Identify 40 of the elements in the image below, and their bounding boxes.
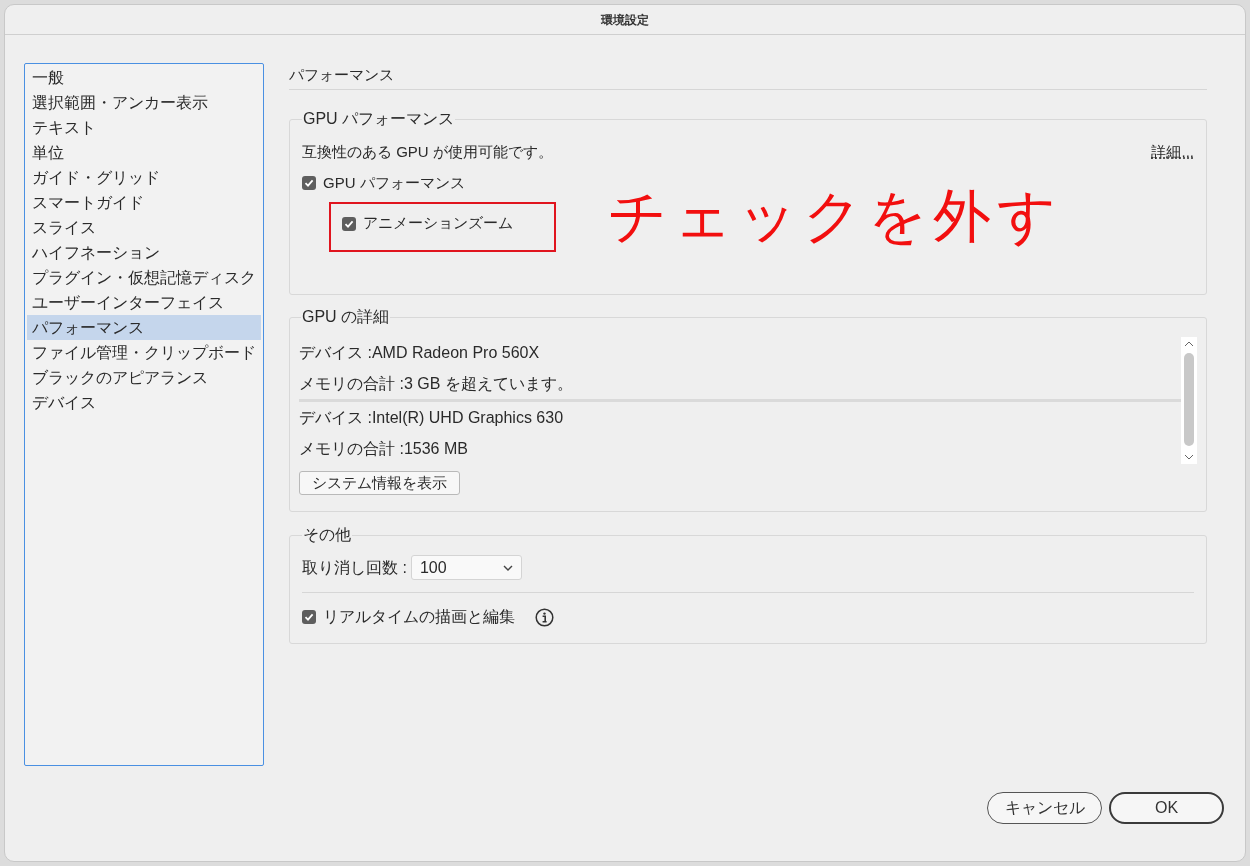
checkbox[interactable] [342,216,356,231]
window-title: 環境設定 [601,11,649,29]
category-item[interactable]: 単位 [27,140,261,165]
group-title: その他 [303,526,351,543]
category-item[interactable]: デバイス [27,390,261,415]
category-item[interactable]: ガイド・グリッド [27,165,261,190]
details-link[interactable]: 詳細... [1151,141,1194,164]
section-title: パフォーマンス [289,66,394,83]
memory-total: メモリの合計 :1536 MB [299,438,469,459]
group-title: GPU パフォーマンス [303,110,455,127]
memory-total: メモリの合計 :3 GB を超えています。 [299,373,574,394]
category-item[interactable]: 一般 [27,65,261,90]
category-item[interactable]: 選択範囲・アンカー表示 [27,90,261,115]
checkbox-label: アニメーションズーム [363,213,513,234]
gpu-status-text: 互換性のある GPU が使用可能です。 [302,142,553,162]
chevron-down-icon [502,564,513,571]
category-item[interactable]: プラグイン・仮想記憶ディスク [27,265,261,290]
category-item[interactable]: ブラックのアピアランス [27,365,261,390]
category-item[interactable]: テキスト [27,115,261,140]
category-item[interactable]: パフォーマンス [27,315,261,340]
checkbox[interactable] [302,610,316,624]
device-name: デバイス :AMD Radeon Pro 560X [299,342,541,363]
category-item[interactable]: スライス [27,215,261,240]
annotation-text: チェックを外す [608,182,1062,250]
system-info-button[interactable]: システム情報を表示 [299,471,460,495]
undo-count-label: 取り消し回数 : [302,557,407,578]
device-name: デバイス :Intel(R) UHD Graphics 630 [299,407,565,428]
scrollbar[interactable] [1181,337,1197,464]
category-item[interactable]: スマートガイド [27,190,261,215]
category-item[interactable]: ユーザーインターフェイス [27,290,261,315]
dialog-button[interactable]: OK [1109,792,1224,824]
info-icon[interactable] [535,607,554,627]
undo-count-dropdown[interactable]: 100 [410,555,522,580]
category-item[interactable]: ハイフネーション [27,240,261,265]
category-item[interactable]: ファイル管理・クリップボード [27,340,261,365]
checkbox-label: GPU パフォーマンス [323,172,465,193]
dialog-button[interactable]: キャンセル [987,792,1102,824]
checkbox-label: リアルタイムの描画と編集 [323,607,515,627]
checkbox[interactable] [302,175,316,190]
group-title: GPU の詳細 [302,308,390,325]
